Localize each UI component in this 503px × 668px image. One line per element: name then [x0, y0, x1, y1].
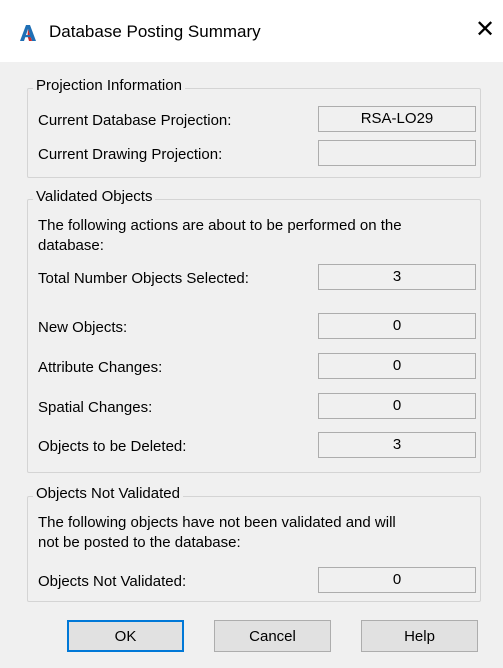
attribute-changes-label: Attribute Changes: [38, 359, 163, 376]
spatial-changes-label: Spatial Changes: [38, 399, 153, 416]
autocad-a-icon [20, 25, 36, 41]
spatial-changes-field: 0 [318, 393, 476, 419]
ok-button[interactable]: OK [67, 620, 184, 652]
validated-description-line1: The following actions are about to be pe… [38, 217, 402, 234]
current-drawing-projection-field [318, 140, 476, 166]
objects-to-be-deleted-label: Objects to be Deleted: [38, 438, 187, 455]
objects-not-validated-title: Objects Not Validated [33, 485, 183, 502]
new-objects-label: New Objects: [38, 319, 128, 336]
help-button[interactable]: Help [361, 620, 478, 652]
current-database-projection-field: RSA-LO29 [318, 106, 476, 132]
close-icon[interactable]: ✕ [474, 18, 496, 42]
attribute-changes-field: 0 [318, 353, 476, 379]
total-objects-selected-field: 3 [318, 264, 476, 290]
objects-to-be-deleted-field: 3 [318, 432, 476, 458]
objects-not-validated-label: Objects Not Validated: [38, 573, 187, 590]
objects-not-validated-field: 0 [318, 567, 476, 593]
cancel-button[interactable]: Cancel [214, 620, 331, 652]
window-title: Database Posting Summary [49, 22, 261, 41]
title-bar: Database Posting Summary ✕ [0, 0, 503, 62]
not-validated-description-line2: not be posted to the database: [38, 534, 241, 551]
new-objects-field: 0 [318, 313, 476, 339]
validated-description-line2: database: [38, 237, 104, 254]
projection-information-title: Projection Information [33, 77, 185, 94]
validated-objects-title: Validated Objects [33, 188, 156, 205]
total-objects-selected-label: Total Number Objects Selected: [38, 270, 249, 287]
current-drawing-projection-label: Current Drawing Projection: [38, 146, 223, 163]
not-validated-description-line1: The following objects have not been vali… [38, 514, 396, 531]
current-database-projection-label: Current Database Projection: [38, 112, 232, 129]
